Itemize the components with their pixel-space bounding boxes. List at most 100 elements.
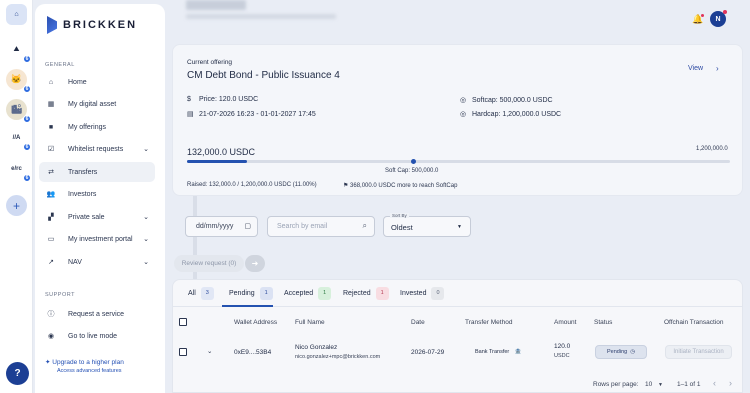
sidebar-item-transfers[interactable]: ⇄ Transfers <box>39 162 155 182</box>
sort-by-select[interactable]: Sort By Oldest ▼ <box>383 213 471 237</box>
help-button[interactable]: ? <box>6 362 29 385</box>
tab-count-badge: 1 <box>375 286 389 300</box>
tab-count-badge: 1 <box>318 286 332 300</box>
hardcap-text: Hardcap: 1,200,000.0 USDC <box>472 110 562 118</box>
email: nico.gonzalez+mpc@brickken.com <box>295 354 381 360</box>
entity-switch-4[interactable]: //A 6 <box>6 127 31 151</box>
entity-switch-1[interactable]: ⯅ 6 <box>6 39 31 63</box>
review-go-button[interactable]: ➜ <box>245 255 265 272</box>
portal-icon: ▭ <box>47 236 55 243</box>
notifications-bell-icon[interactable]: 🔔 <box>692 14 705 25</box>
view-offering-link[interactable]: View <box>688 65 703 72</box>
sidebar: BRICKKEN GENERAL ⌂ Home ▦ My digital asset ■… <box>35 4 197 393</box>
sidebar-item-label: My offerings <box>68 123 106 131</box>
pagination-range: 1–1 of 1 <box>677 381 701 388</box>
flag-icon: ⚑ <box>343 183 351 189</box>
broadcast-icon: ◉ <box>47 333 55 340</box>
tab-rejected[interactable]: Rejected 1 <box>343 286 389 300</box>
entity-switch-3[interactable]: 🏙 6 <box>6 99 31 123</box>
dropdown-arrow-icon: ▼ <box>658 382 663 388</box>
entity-switch-2[interactable]: 🐱 6 <box>6 69 31 93</box>
current-offering-card: Current offering CM Debt Bond - Public I… <box>172 44 743 196</box>
chevron-right-icon[interactable]: › <box>716 64 719 73</box>
transfer-date: 2026-07-29 <box>411 349 445 356</box>
dollar-icon: $ <box>187 96 191 103</box>
next-page-icon[interactable]: › <box>729 378 732 388</box>
calendar-icon: ▤ <box>187 111 194 118</box>
clock-icon: ◷ <box>630 349 635 355</box>
rows-per-page-value: 10 <box>645 381 653 388</box>
page-title-blurred <box>186 0 246 10</box>
column-header-amount: Amount <box>554 319 577 326</box>
avatar-alert-dot <box>723 10 727 14</box>
brickken-logo-icon <box>47 16 57 34</box>
entity-switch-5[interactable]: e/rc 6 <box>6 158 31 182</box>
user-avatar[interactable]: N <box>710 10 727 27</box>
page-subtitle-blurred <box>186 14 336 19</box>
tab-label: Accepted <box>284 289 314 297</box>
search-icon: ⌕ <box>362 221 367 230</box>
chevron-down-icon[interactable]: ⌄ <box>143 213 149 221</box>
chevron-down-icon[interactable]: ⌄ <box>143 145 149 153</box>
search-email-input[interactable]: Search by email ⌕ <box>267 216 375 237</box>
date-filter-input[interactable]: dd/mm/yyyy ▢ <box>185 216 258 237</box>
notification-dot <box>701 14 705 17</box>
softcap-marker-label: Soft Cap: 500,000.0 <box>385 168 439 174</box>
chevron-down-icon[interactable]: ⌄ <box>143 258 149 266</box>
tab-invested[interactable]: Invested 0 <box>400 286 445 300</box>
rail-home-button[interactable]: ⌂ <box>6 4 27 25</box>
expand-row-chevron-icon[interactable]: ⌄ <box>207 347 212 355</box>
calendar-icon[interactable]: ▢ <box>244 222 251 230</box>
offering-title: CM Debt Bond - Public Issuance 4 <box>187 70 340 81</box>
tab-label: Pending <box>229 289 255 297</box>
sidebar-item-private-sale[interactable]: ▞ Private sale ⌄ <box>39 207 155 227</box>
tab-accepted[interactable]: Accepted 1 <box>284 286 332 300</box>
rows-per-page-select[interactable]: 10 ▼ <box>645 381 663 388</box>
date-placeholder: dd/mm/yyyy <box>196 223 234 230</box>
sidebar-item-whitelist-requests[interactable]: ☑ Whitelist requests ⌄ <box>39 139 155 159</box>
entity-logo-icon: 🏙 <box>10 104 23 114</box>
active-tab-indicator <box>222 305 273 307</box>
bank-icon[interactable]: 🏦 <box>515 349 522 355</box>
sidebar-item-my-digital-asset[interactable]: ▦ My digital asset <box>39 94 155 114</box>
sidebar-item-label: Transfers <box>68 168 98 176</box>
grid-icon: ▞ <box>48 214 54 221</box>
section-general-label: GENERAL <box>45 62 75 68</box>
sidebar-item-nav[interactable]: ↗ NAV ⌄ <box>39 252 155 272</box>
column-header-full-name: Full Name <box>295 319 325 326</box>
column-header-transfer-method: Transfer Method <box>465 319 513 326</box>
sidebar-item-home[interactable]: ⌂ Home <box>39 72 155 92</box>
search-placeholder: Search by email <box>277 223 328 230</box>
sidebar-item-my-offerings[interactable]: ■ My offerings <box>39 117 155 137</box>
sidebar-item-request-a-service[interactable]: ⓘ Request a service <box>39 304 155 324</box>
prev-page-icon[interactable]: ‹ <box>713 378 716 388</box>
select-all-checkbox[interactable] <box>179 318 187 326</box>
add-entity-button[interactable]: + <box>6 195 27 216</box>
column-header-wallet-address: Wallet Address <box>234 319 278 326</box>
dropdown-arrow-icon: ▼ <box>457 224 462 230</box>
sidebar-item-label: Home <box>68 78 87 86</box>
chevron-down-icon[interactable]: ⌄ <box>143 235 149 243</box>
entity-badge: 6 <box>23 115 31 123</box>
avatar-initial: N <box>715 15 721 23</box>
entity-badge: 6 <box>23 55 31 63</box>
upgrade-plan-link[interactable]: ✦ Upgrade to a higher plan Access advanc… <box>45 358 124 374</box>
tab-pending[interactable]: Pending 1 <box>229 286 273 300</box>
sidebar-item-my-investment-portal[interactable]: ▭ My investment portal ⌄ <box>39 229 155 249</box>
initiate-transaction-button[interactable]: Initiate Transaction <box>665 345 732 359</box>
brand-logo[interactable]: BRICKKEN <box>47 16 137 34</box>
row-checkbox[interactable] <box>179 348 187 356</box>
brand-name: BRICKKEN <box>63 19 138 31</box>
entity-badge: 6 <box>23 85 31 93</box>
sidebar-item-go-to-live-mode[interactable]: ◉ Go to live mode <box>39 326 155 346</box>
entity-logo-icon: ⯅ <box>12 44 21 54</box>
trend-icon: ↗ <box>48 259 54 266</box>
transfer-method: Bank Transfer 🏦 <box>475 349 522 355</box>
column-header-offchain-transaction: Offchain Transaction <box>664 319 724 326</box>
entity-badge: 6 <box>23 143 31 151</box>
review-request-button[interactable]: Review request (0) <box>174 255 244 272</box>
tab-all[interactable]: All 3 <box>188 286 214 300</box>
progress-fill <box>187 160 247 163</box>
entity-rail: ⌂ ⯅ 6 🐱 6 🏙 6//A 6 e/rc 6 + ? <box>0 0 33 393</box>
sidebar-item-investors[interactable]: 👥 Investors <box>39 184 155 204</box>
